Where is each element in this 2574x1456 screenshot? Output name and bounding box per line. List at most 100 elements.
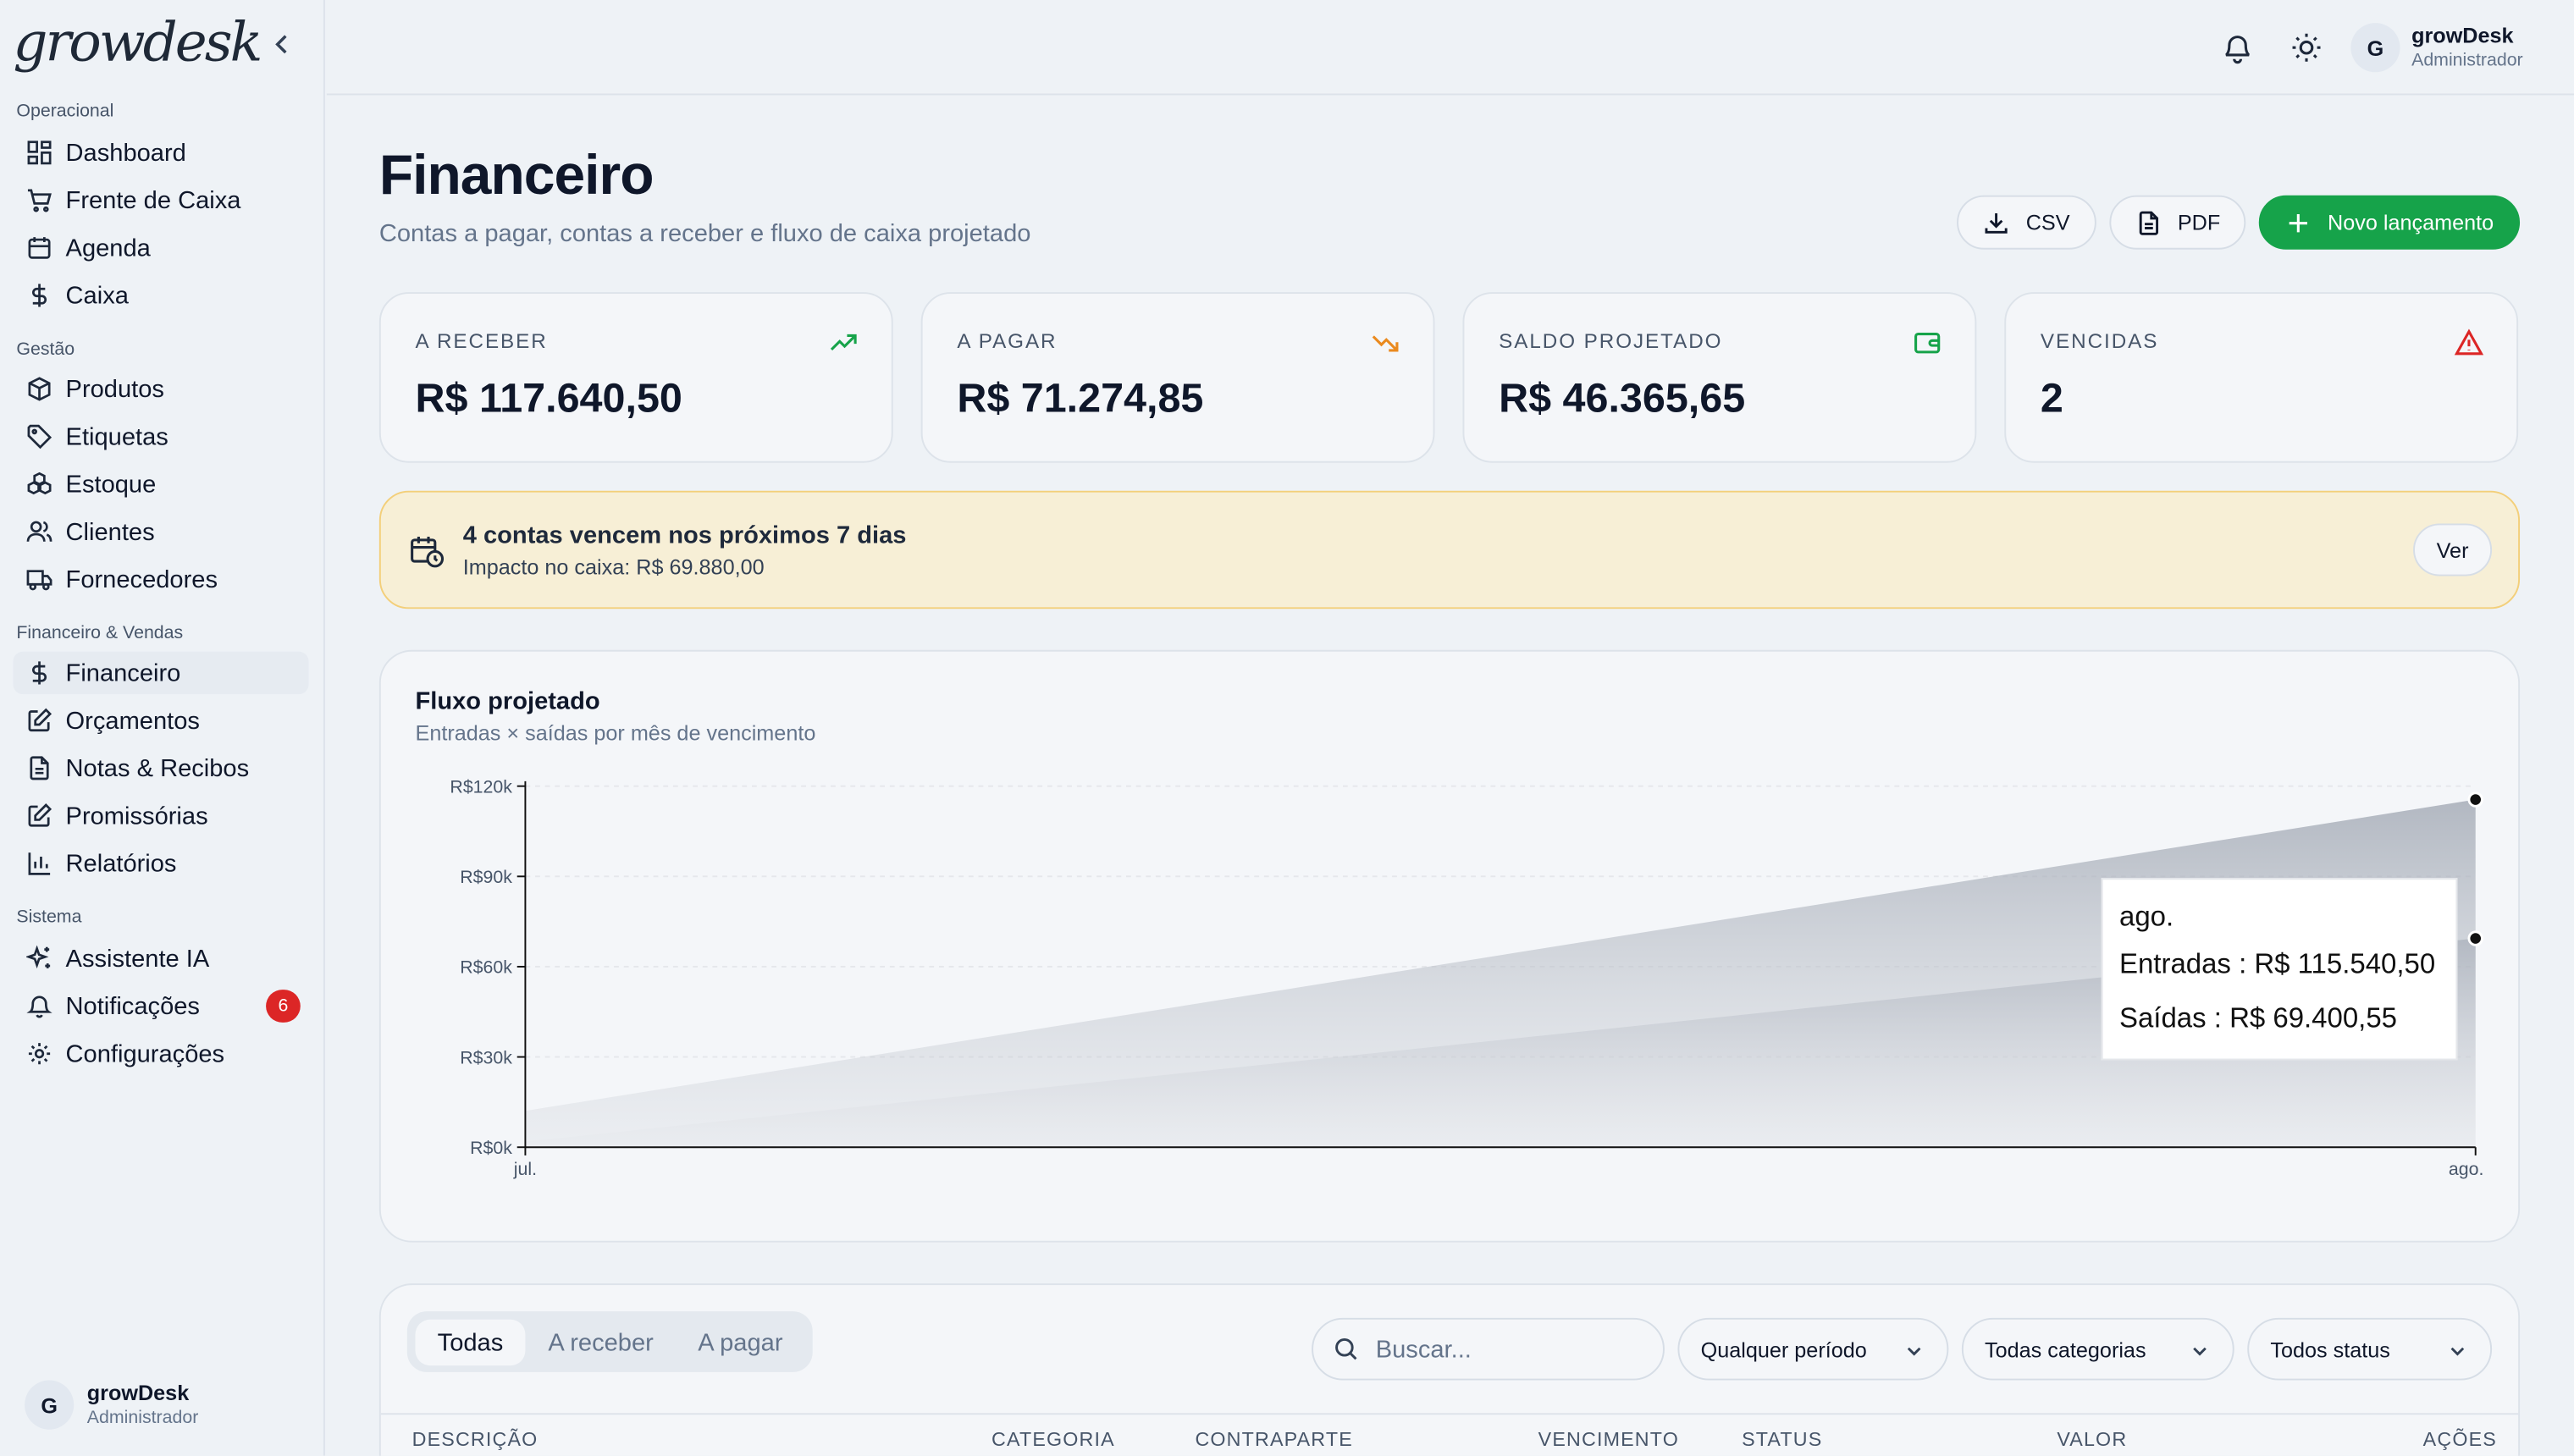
- bar-chart-icon: [28, 852, 51, 875]
- export-csv-button[interactable]: CSV: [1957, 195, 2096, 250]
- wallet-icon: [1914, 332, 1941, 354]
- sidebar-item-dashboard[interactable]: Dashboard: [14, 131, 309, 174]
- sidebar-item-fornecedores[interactable]: Fornecedores: [14, 558, 309, 600]
- sidebar-item-assistente-ia[interactable]: Assistente IA: [14, 937, 309, 979]
- bell-icon[interactable]: [2219, 30, 2256, 66]
- tooltip-category: ago.: [2118, 901, 2174, 933]
- notification-count-badge: 6: [266, 990, 301, 1023]
- column-header-acoes[interactable]: AÇÕES: [2423, 1428, 2497, 1451]
- view-due-label: Ver: [2436, 537, 2469, 563]
- sparkles-icon: [26, 945, 51, 969]
- table-divider: [380, 1413, 2519, 1415]
- column-header-contraparte[interactable]: CONTRAPARTE: [1195, 1428, 1352, 1451]
- section-sistema: Sistema: [16, 907, 82, 928]
- status-select[interactable]: Todos status: [2247, 1317, 2493, 1381]
- sidebar-item-label: Notificações: [65, 992, 200, 1020]
- sidebar-item-financeiro[interactable]: Financeiro: [13, 651, 309, 695]
- sidebar-item-orcamentos[interactable]: Orçamentos: [14, 699, 309, 742]
- sidebar-item-label: Frente de Caixa: [65, 186, 241, 215]
- sidebar-item-relatorios[interactable]: Relatórios: [14, 842, 309, 885]
- export-csv-label: CSV: [2025, 210, 2070, 235]
- page-subtitle: Contas a pagar, contas a receber e fluxo…: [378, 219, 1031, 248]
- section-operacional: Operacional: [16, 102, 114, 122]
- warning-icon: [2454, 328, 2484, 356]
- avatar[interactable]: G: [2350, 23, 2400, 73]
- kpi-card-vencidas: VENCIDAS 2: [2004, 292, 2519, 463]
- avatar[interactable]: G: [25, 1380, 75, 1430]
- sidebar-item-label: Promissórias: [65, 802, 208, 830]
- sidebar-item-estoque[interactable]: Estoque: [14, 463, 309, 505]
- sidebar-item-promissorias[interactable]: Promissórias: [14, 794, 309, 836]
- view-due-button[interactable]: Ver: [2413, 523, 2493, 576]
- kpi-card-a-pagar: A PAGAR R$ 71.274,85: [920, 292, 1435, 463]
- page-title: Financeiro: [378, 144, 655, 207]
- edit-icon: [28, 803, 52, 827]
- column-header-status[interactable]: STATUS: [1742, 1428, 1822, 1451]
- new-entry-label: Novo lançamento: [2328, 210, 2494, 235]
- topbar-user-name[interactable]: growDesk: [2411, 23, 2513, 47]
- kpi-card-a-receber: A RECEBER R$ 117.640,50: [378, 292, 893, 463]
- kpi-value: R$ 71.274,85: [957, 375, 1204, 422]
- alert-detail: Impacto no caixa: R$ 69.880,00: [462, 554, 765, 580]
- search-input[interactable]: Buscar...: [1312, 1317, 1665, 1381]
- bell-icon: [26, 995, 52, 1018]
- chevron-down-icon: [1907, 1347, 1921, 1356]
- section-financeiro-vendas: Financeiro & Vendas: [16, 623, 184, 644]
- sidebar-item-notas-recibos[interactable]: Notas & Recibos: [14, 747, 309, 789]
- data-point-saídas[interactable]: [2467, 930, 2483, 946]
- sidebar-item-frente-de-caixa[interactable]: Frente de Caixa: [14, 179, 309, 221]
- export-pdf-label: PDF: [2177, 210, 2221, 235]
- alert-title: 4 contas vencem nos próximos 7 dias: [462, 521, 907, 550]
- tab-a-receber[interactable]: A receber: [528, 1320, 673, 1365]
- gear-icon: [28, 1043, 51, 1065]
- search-icon: [1335, 1337, 1357, 1360]
- column-header-descricao[interactable]: DESCRIÇÃO: [412, 1428, 539, 1451]
- box-icon: [28, 377, 51, 401]
- kpi-label: A PAGAR: [957, 329, 1058, 353]
- column-header-vencimento[interactable]: VENCIMENTO: [1538, 1428, 1679, 1451]
- sidebar-item-label: Relatórios: [65, 849, 177, 878]
- export-pdf-button[interactable]: PDF: [2109, 195, 2246, 250]
- tab-todas[interactable]: Todas: [415, 1319, 526, 1366]
- download-icon: [1985, 212, 2008, 233]
- sidebar-item-notificacoes[interactable]: Notificações: [14, 984, 309, 1027]
- truck-icon: [26, 570, 52, 591]
- file-icon: [30, 756, 49, 780]
- category-select-value: Todas categorias: [1985, 1337, 2146, 1362]
- dollar-icon: [32, 661, 47, 685]
- edit-icon: [28, 708, 52, 732]
- sidebar-item-clientes[interactable]: Clientes: [14, 510, 309, 553]
- tab-a-pagar[interactable]: A pagar: [680, 1320, 801, 1365]
- sidebar-item-etiquetas[interactable]: Etiquetas: [14, 416, 309, 458]
- sidebar-item-agenda[interactable]: Agenda: [14, 227, 309, 269]
- search-placeholder: Buscar...: [1375, 1335, 1472, 1364]
- cart-icon: [27, 189, 52, 212]
- column-header-valor[interactable]: VALOR: [2057, 1428, 2127, 1451]
- period-select[interactable]: Qualquer período: [1677, 1317, 1949, 1381]
- sidebar-item-label: Agenda: [65, 234, 151, 262]
- calendar-icon: [28, 237, 51, 259]
- sidebar-item-label: Fornecedores: [65, 565, 218, 593]
- topbar-user-role: Administrador: [2411, 51, 2523, 71]
- sidebar-item-caixa[interactable]: Caixa: [14, 274, 309, 317]
- kpi-label: A RECEBER: [415, 329, 548, 353]
- sidebar-item-produtos[interactable]: Produtos: [14, 367, 309, 410]
- data-point-entradas[interactable]: [2467, 791, 2483, 808]
- calendar-clock-icon: [411, 536, 445, 568]
- trending-up-icon: [830, 334, 857, 351]
- app-logo[interactable]: growdesk: [14, 10, 263, 76]
- new-entry-button[interactable]: Novo lançamento: [2258, 195, 2521, 250]
- plus-icon: [2289, 213, 2307, 232]
- y-tick-label: R$120k: [450, 776, 512, 797]
- sidebar-item-label: Estoque: [65, 470, 157, 499]
- kpi-label: SALDO PROJETADO: [1499, 329, 1723, 353]
- chevron-left-icon[interactable]: [269, 28, 296, 61]
- category-select[interactable]: Todas categorias: [1961, 1317, 2234, 1381]
- sidebar-item-configuracoes[interactable]: Configurações: [14, 1033, 309, 1075]
- sidebar: growdesk Operacional Dashboard Frente de…: [0, 0, 325, 1456]
- users-icon: [26, 521, 52, 542]
- column-header-categoria[interactable]: CATEGORIA: [991, 1428, 1115, 1451]
- sun-icon[interactable]: [2289, 30, 2325, 66]
- y-tick-label: R$90k: [460, 867, 512, 887]
- sidebar-item-label: Assistente IA: [65, 944, 210, 973]
